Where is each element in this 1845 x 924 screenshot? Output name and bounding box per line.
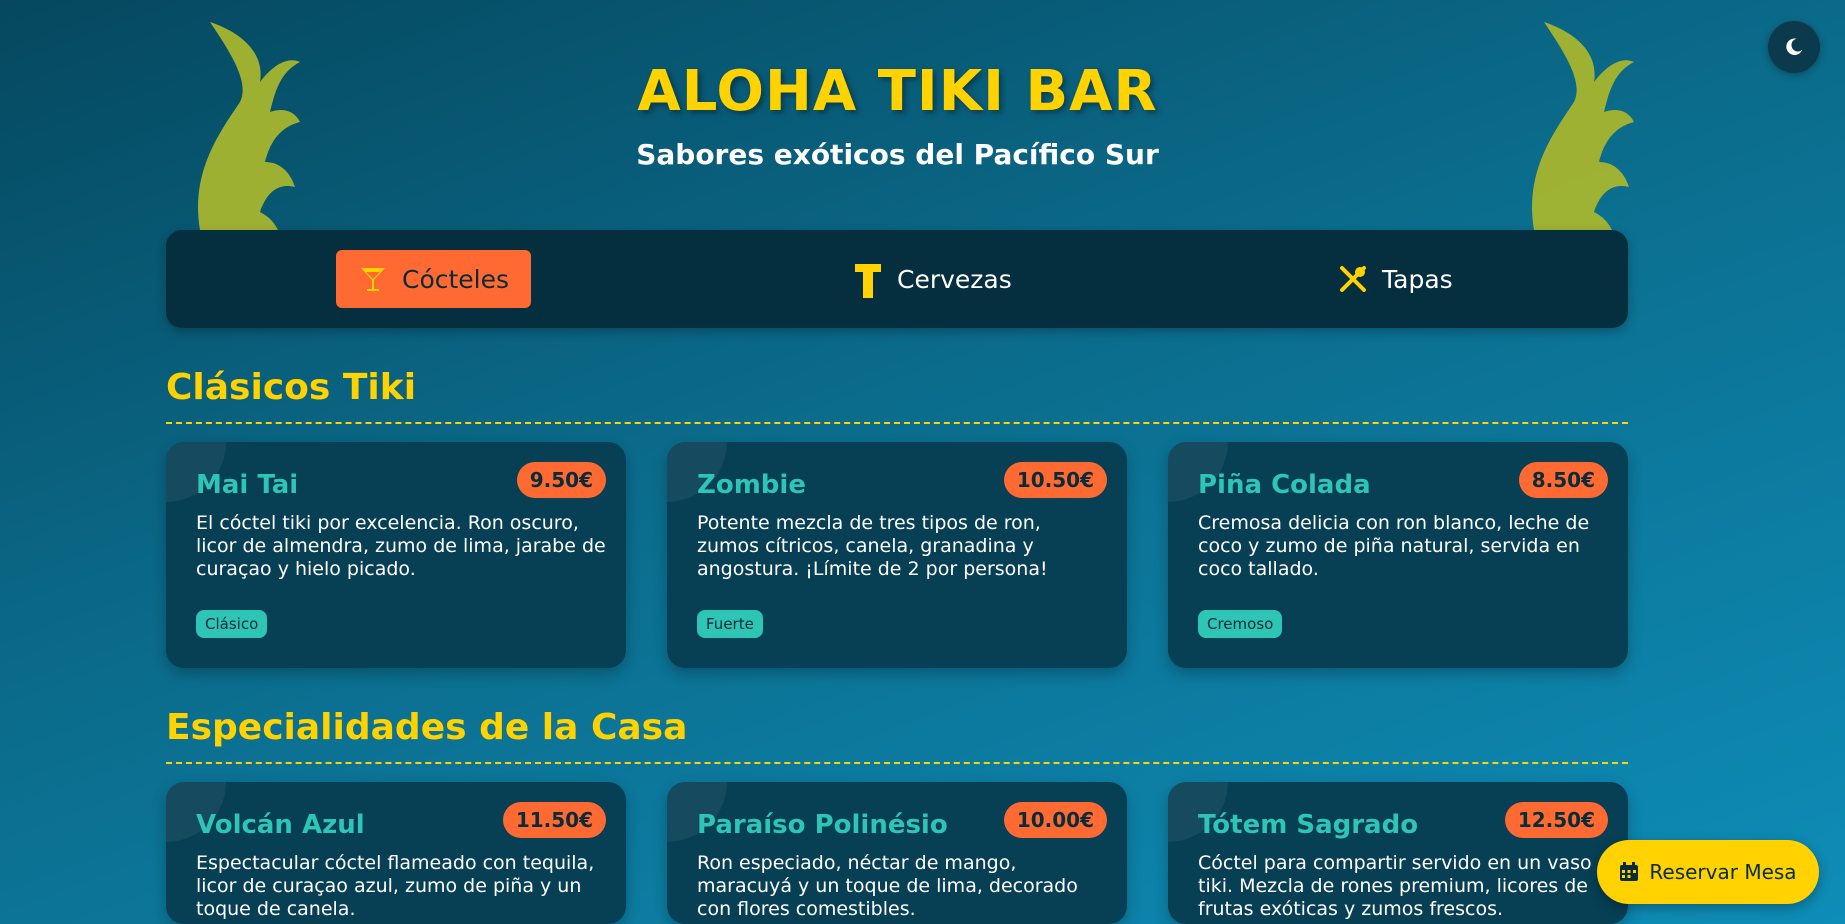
menu-card[interactable]: Paraíso Polinésio 10.00€ Ron especiado, … xyxy=(667,782,1127,924)
menu-item-name: Piña Colada xyxy=(1198,470,1371,500)
menu-card[interactable]: Mai Tai 9.50€ El cóctel tiki por excelen… xyxy=(166,442,626,668)
menu-card[interactable]: Piña Colada 8.50€ Cremosa delicia con ro… xyxy=(1168,442,1628,668)
page-header: ALOHA TIKI BAR Sabores exóticos del Pací… xyxy=(0,0,1795,172)
tab-cocteles[interactable]: Cócteles xyxy=(336,250,532,308)
menu-item-name: Paraíso Polinésio xyxy=(697,810,948,840)
menu-item-description: Cóctel para compartir servido en un vaso… xyxy=(1198,852,1592,920)
price-badge: 8.50€ xyxy=(1518,462,1608,498)
theme-toggle-button[interactable] xyxy=(1768,21,1820,73)
menu-item-name: Tótem Sagrado xyxy=(1198,810,1419,840)
price-badge: 11.50€ xyxy=(502,802,606,838)
calendar-icon xyxy=(1620,862,1639,881)
menu-item-name: Volcán Azul xyxy=(196,810,365,840)
beer-icon xyxy=(853,264,883,298)
reserve-table-label: Reservar Mesa xyxy=(1649,860,1797,884)
menu-item-tag: Cremoso xyxy=(1198,610,1283,638)
reserve-table-button[interactable]: Reservar Mesa xyxy=(1597,840,1819,904)
menu-card[interactable]: Zombie 10.50€ Potente mezcla de tres tip… xyxy=(667,442,1127,668)
cocktail-icon xyxy=(358,264,388,294)
menu-item-description: Espectacular cóctel flameado con tequila… xyxy=(196,852,595,920)
menu-item-tag: Clásico xyxy=(196,610,268,638)
menu-card[interactable]: Volcán Azul 11.50€ Espectacular cóctel f… xyxy=(166,782,626,924)
moon-icon xyxy=(1786,38,1803,55)
page-subtitle: Sabores exóticos del Pacífico Sur xyxy=(636,138,1159,171)
menu-item-description: El cóctel tiki por excelencia. Ron oscur… xyxy=(196,512,606,580)
utensils-icon xyxy=(1338,264,1368,294)
tab-cocteles-label: Cócteles xyxy=(402,264,510,294)
price-badge: 12.50€ xyxy=(1504,802,1608,838)
tab-tapas[interactable]: Tapas xyxy=(1316,250,1475,308)
menu-item-description: Potente mezcla de tres tipos de ron, zum… xyxy=(697,512,1048,580)
tab-tapas-label: Tapas xyxy=(1382,264,1453,294)
price-badge: 10.00€ xyxy=(1003,802,1107,838)
menu-card[interactable]: Tótem Sagrado 12.50€ Cóctel para compart… xyxy=(1168,782,1628,924)
price-badge: 10.50€ xyxy=(1003,462,1107,498)
menu-item-description: Cremosa delicia con ron blanco, leche de… xyxy=(1198,512,1590,580)
menu-item-description: Ron especiado, néctar de mango, maracuyá… xyxy=(697,852,1078,920)
category-nav: Cócteles Cervezas Tapas xyxy=(166,230,1628,328)
page-title: ALOHA TIKI BAR xyxy=(637,59,1158,124)
price-badge: 9.50€ xyxy=(516,462,606,498)
tab-cervezas-label: Cervezas xyxy=(897,264,1012,294)
menu-item-name: Zombie xyxy=(697,470,806,500)
menu-item-tag: Fuerte xyxy=(697,610,763,638)
section-title-especialidades: Especialidades de la Casa xyxy=(166,706,1628,764)
section-title-clasicos: Clásicos Tiki xyxy=(166,366,1628,424)
tab-cervezas[interactable]: Cervezas xyxy=(831,250,1034,308)
menu-item-name: Mai Tai xyxy=(196,470,299,500)
